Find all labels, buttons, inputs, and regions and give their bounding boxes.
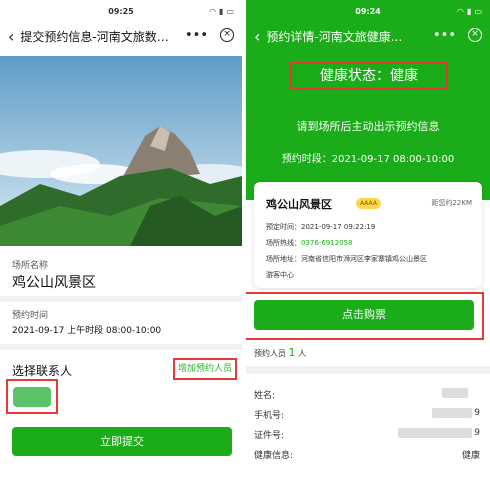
venue-name: 鸡公山风景区 (12, 275, 96, 291)
wifi-icon: ◠ (209, 6, 217, 16)
nav-bar: ‹ 提交预约信息-河南文旅数字... ••• × (0, 22, 242, 50)
contact-selection[interactable] (6, 379, 58, 414)
hotline-link[interactable]: 0376-6912058 (301, 239, 353, 247)
redacted-value (398, 428, 472, 438)
signal-icon: ▮ (467, 6, 472, 16)
more-icon[interactable]: ••• (185, 28, 208, 43)
booking-detail-screen: 09:24 ◠ ▮ ▭ ‹ 预约详情-河南文旅健康... ••• × 健康状态：… (246, 0, 490, 488)
info-row-id: 证件号: 9 (254, 428, 480, 441)
redacted-value (442, 388, 468, 398)
info-row-name: 姓名: (254, 384, 480, 404)
battery-icon: ▭ (226, 6, 234, 16)
back-icon[interactable]: ‹ (254, 27, 260, 46)
divider (0, 344, 242, 350)
page-title: 提交预约信息-河南文旅数字... (20, 29, 171, 44)
card-row: 场所热线：0376-6912058 (266, 239, 353, 247)
signal-icon: ▮ (219, 6, 224, 16)
card-row: 场所地址：河南省信阳市浉河区李家寨镇鸡公山景区 (266, 255, 427, 263)
screenshot-root: 09:25 ◠ ▮ ▭ ‹ 提交预约信息-河南文旅数字... ••• × 场所名… (0, 0, 490, 488)
status-icons: ◠ ▮ ▭ (457, 7, 482, 16)
status-time: 09:24 (355, 6, 381, 16)
nav-actions: ••• × (433, 28, 482, 43)
booking-time: 预约时段：2021-09-17 08:00-10:00 (281, 154, 455, 165)
divider (246, 366, 490, 374)
rating-badge: AAAA (356, 198, 381, 209)
submit-button[interactable]: 立即提交 (12, 427, 232, 456)
info-row-health: 健康信息: 健康 (254, 451, 480, 461)
health-header: 09:24 ◠ ▮ ▭ ‹ 预约详情-河南文旅健康... ••• × 健康状态：… (246, 0, 490, 200)
distance: 距您约22KM (431, 199, 472, 207)
time-label: 预约时间 (12, 311, 49, 321)
status-bar: 09:25 ◠ ▮ ▭ (0, 0, 242, 22)
contact-chip[interactable] (13, 387, 51, 407)
venue-label: 场所名称 (12, 261, 49, 271)
buy-ticket-button[interactable]: 点击购票 (254, 300, 474, 330)
info-row-phone: 手机号: 9 (254, 408, 480, 421)
health-status: 健康状态：健康 (290, 62, 448, 90)
back-icon[interactable]: ‹ (8, 27, 14, 46)
redacted-value (432, 408, 472, 418)
contact-title: 选择联系人 (12, 364, 73, 378)
wifi-icon: ◠ (457, 6, 465, 16)
people-count: 预约人员 1 人 (254, 346, 307, 359)
close-icon[interactable]: × (220, 28, 234, 42)
more-icon[interactable]: ••• (433, 28, 456, 43)
venue-card: 鸡公山风景区 AAAA 距您约22KM 预定时间：2021-09-17 09:2… (254, 182, 482, 288)
add-contact-button[interactable]: 增加预约人员 (173, 358, 237, 380)
nav-actions: ••• × (185, 28, 234, 43)
status-time: 09:25 (108, 6, 134, 16)
submit-booking-screen: 09:25 ◠ ▮ ▭ ‹ 提交预约信息-河南文旅数字... ••• × 场所名… (0, 0, 242, 488)
divider (0, 296, 242, 302)
time-value: 2021-09-17 上午时段 08:00-10:00 (12, 326, 162, 336)
card-row: 预定时间：2021-09-17 09:22:19 (266, 223, 376, 231)
nav-bar: ‹ 预约详情-河南文旅健康... ••• × (246, 22, 490, 50)
card-row: 游客中心 (266, 271, 294, 279)
venue-name: 鸡公山风景区 (266, 198, 332, 211)
buy-highlight: 点击购票 (246, 292, 484, 340)
battery-icon: ▭ (474, 6, 482, 16)
close-icon[interactable]: × (468, 28, 482, 42)
status-icons: ◠ ▮ ▭ (209, 7, 234, 16)
page-title: 预约详情-河南文旅健康... (266, 29, 403, 44)
show-booking-hint: 请到场所后主动出示预约信息 (296, 120, 440, 133)
scenic-photo (0, 56, 242, 246)
status-bar: 09:24 ◠ ▮ ▭ (246, 0, 490, 22)
